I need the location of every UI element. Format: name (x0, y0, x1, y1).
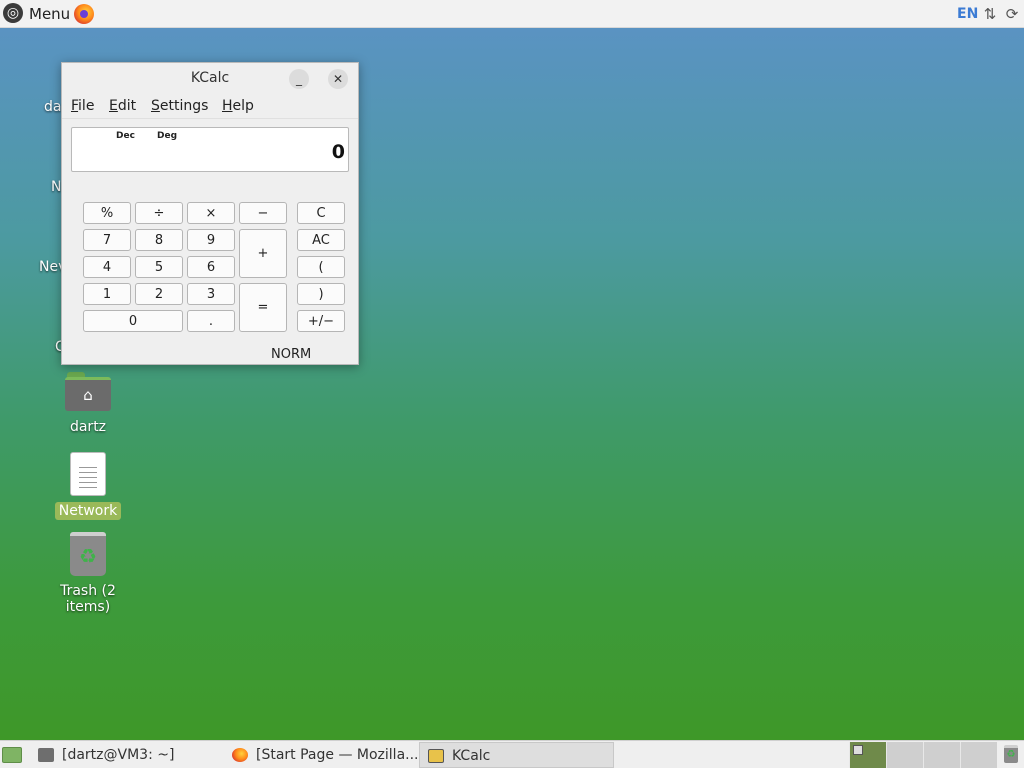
key-0[interactable]: 0 (83, 310, 183, 332)
network-icon[interactable]: ⇅ (982, 4, 998, 24)
desktop-icon-label-partial: da (44, 99, 62, 115)
home-folder-icon: ⌂ (65, 372, 111, 412)
desktop-icon-label: dartz (69, 419, 107, 435)
key-clear[interactable]: C (297, 202, 345, 224)
firefox-icon[interactable] (74, 4, 94, 24)
mode-indicator: NORM (271, 347, 312, 362)
task-label: [Start Page — Mozilla... (256, 747, 419, 763)
workspace-4[interactable] (960, 742, 997, 768)
terminal-icon (38, 748, 54, 762)
workspace-3[interactable] (923, 742, 960, 768)
desktop-icon-trash[interactable]: ♻ Trash (2 items) (40, 532, 136, 616)
kcalc-window: KCalc _ ✕ File Edit Settings Help Dec De… (61, 62, 359, 365)
top-panel: ◎ Menu EN ⇅ ⟳ (0, 0, 1024, 28)
trash-icon[interactable]: ♻ (1004, 745, 1018, 763)
minimize-button[interactable]: _ (289, 69, 309, 89)
key-percent[interactable]: % (83, 202, 131, 224)
key-7[interactable]: 7 (83, 229, 131, 251)
menu-help[interactable]: Help (222, 98, 254, 114)
workspace-1[interactable] (849, 742, 886, 768)
key-open-paren[interactable]: ( (297, 256, 345, 278)
workspace-2[interactable] (886, 742, 923, 768)
window-titlebar[interactable]: KCalc _ ✕ (62, 63, 358, 95)
menu-file[interactable]: File (71, 98, 94, 114)
updates-icon[interactable]: ⟳ (1002, 4, 1022, 24)
calculator-display: Dec Deg 0 (71, 127, 349, 172)
close-button[interactable]: ✕ (328, 69, 348, 89)
desktop-icon-label-partial: N (51, 179, 62, 195)
base-indicator: Dec (116, 131, 135, 141)
key-6[interactable]: 6 (187, 256, 235, 278)
key-minus[interactable]: − (239, 202, 287, 224)
task-label: [dartz@VM3: ~] (62, 747, 175, 763)
key-4[interactable]: 4 (83, 256, 131, 278)
trash-icon: ♻ (70, 532, 106, 576)
show-desktop-icon[interactable] (2, 747, 22, 763)
key-divide[interactable]: ÷ (135, 202, 183, 224)
key-equals[interactable]: = (239, 283, 287, 332)
key-sign[interactable]: +/− (297, 310, 345, 332)
firefox-icon (232, 748, 248, 762)
menu-settings[interactable]: Settings (151, 98, 208, 114)
keyboard-layout-indicator[interactable]: EN (957, 6, 978, 22)
kcalc-icon (428, 749, 444, 763)
menu-bar: File Edit Settings Help (62, 96, 358, 119)
menu-button[interactable]: Menu (29, 5, 70, 23)
desktop-icon-label: Trash (2 items) (60, 583, 116, 615)
key-plus[interactable]: + (239, 229, 287, 278)
key-8[interactable]: 8 (135, 229, 183, 251)
key-2[interactable]: 2 (135, 283, 183, 305)
desktop-icon-network[interactable]: Network (40, 452, 136, 520)
document-icon (70, 452, 106, 496)
key-9[interactable]: 9 (187, 229, 235, 251)
key-decimal[interactable]: . (187, 310, 235, 332)
angle-mode-indicator: Deg (157, 131, 178, 141)
ubuntu-logo-icon[interactable]: ◎ (3, 3, 23, 23)
key-multiply[interactable]: × (187, 202, 235, 224)
key-close-paren[interactable]: ) (297, 283, 345, 305)
task-label: KCalc (452, 748, 491, 764)
key-1[interactable]: 1 (83, 283, 131, 305)
key-all-clear[interactable]: AC (297, 229, 345, 251)
key-5[interactable]: 5 (135, 256, 183, 278)
key-3[interactable]: 3 (187, 283, 235, 305)
desktop-icon-home[interactable]: ⌂ dartz (40, 372, 136, 436)
menu-edit[interactable]: Edit (109, 98, 136, 114)
window-title: KCalc (190, 70, 230, 86)
task-kcalc[interactable]: KCalc (419, 742, 614, 768)
display-value: 0 (331, 141, 345, 163)
desktop-icon-label: Network (54, 502, 122, 520)
task-terminal[interactable]: [dartz@VM3: ~] (30, 742, 225, 768)
task-firefox[interactable]: [Start Page — Mozilla... (224, 742, 419, 768)
taskbar: [dartz@VM3: ~] [Start Page — Mozilla... … (0, 740, 1024, 768)
